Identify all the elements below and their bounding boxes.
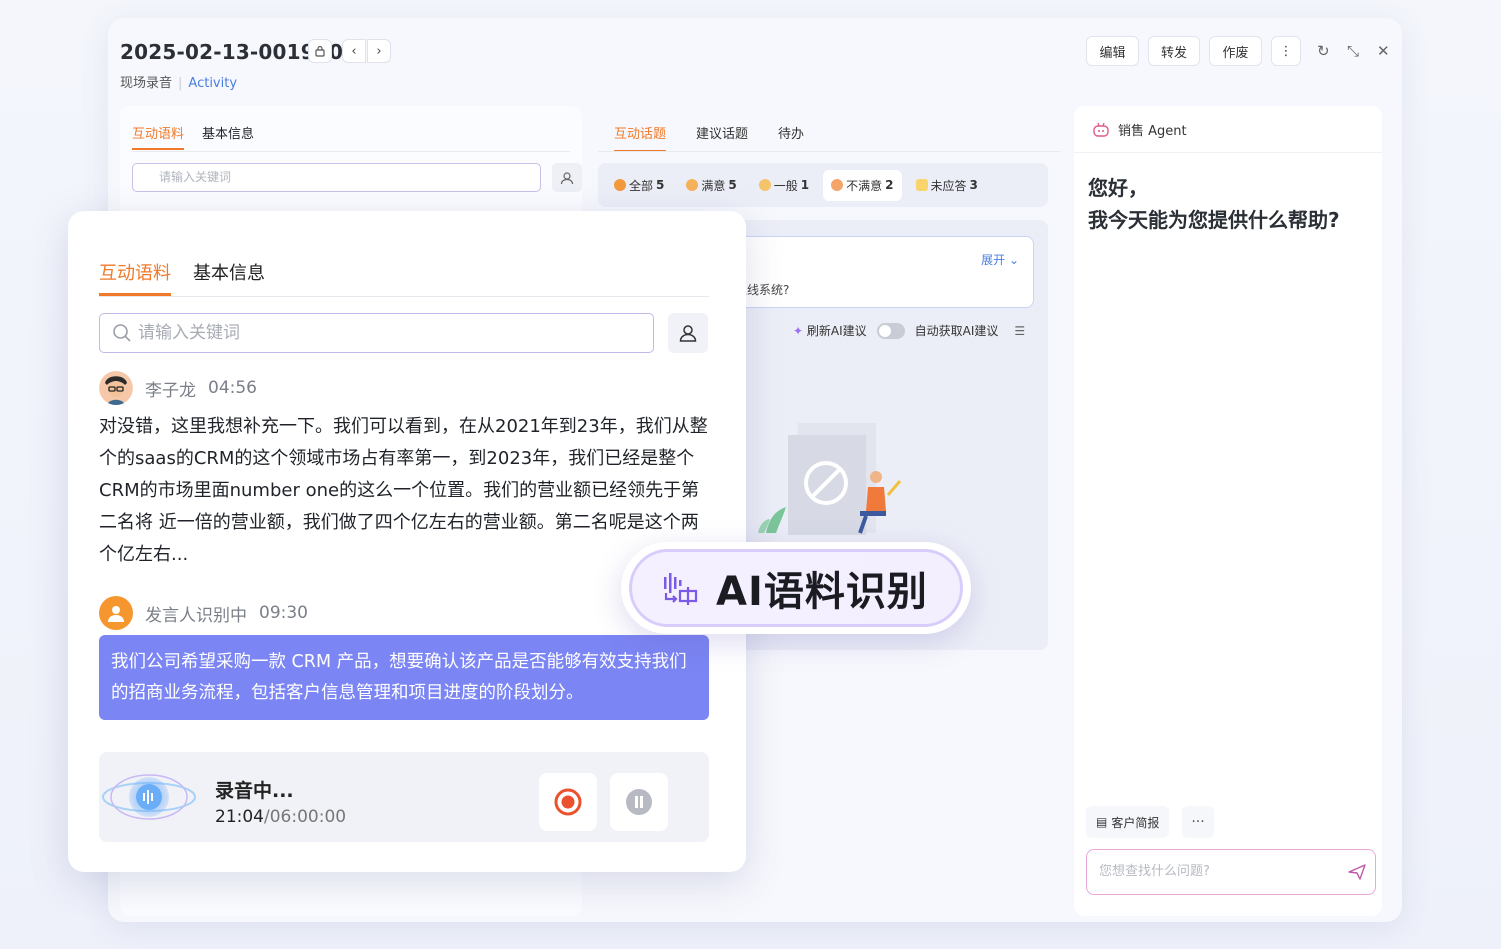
agent-header: 销售 Agent <box>1092 120 1187 139</box>
speaker-filter-icon[interactable] <box>552 163 582 192</box>
filter-unsatisfied[interactable]: 不满意 2 <box>823 169 902 201</box>
auto-ai-toggle[interactable] <box>876 322 905 339</box>
recording-time: 21:04/06:00:00 <box>215 807 347 827</box>
customer-brief-button[interactable]: ▤ 客户简报 <box>1086 806 1170 838</box>
lock-icon[interactable] <box>308 39 332 63</box>
speaker-filter-button[interactable] <box>668 313 708 353</box>
more-options-icon[interactable]: ··· <box>1182 806 1214 838</box>
pause-button[interactable] <box>610 773 668 831</box>
auto-ai-label: 自动获取AI建议 <box>914 324 999 338</box>
left-tabs: 互动语料 基本信息 <box>132 123 254 150</box>
sad-face-icon <box>831 179 844 191</box>
tab-corpus[interactable]: 互动语料 <box>99 259 171 296</box>
next-icon[interactable]: › <box>367 39 391 63</box>
filter-satisfied[interactable]: 满意 5 <box>678 170 744 201</box>
sparkle-icon: ✦ <box>793 324 804 338</box>
send-icon[interactable] <box>1348 864 1366 880</box>
avatar[interactable] <box>99 371 133 405</box>
voice-to-text-icon <box>664 573 698 605</box>
filter-all[interactable]: 全部 5 <box>606 170 672 201</box>
user-icon <box>99 596 133 630</box>
sentiment-filter-bar: 全部 5 满意 5 一般 1 不满意 2 未应答 3 <box>598 163 1048 207</box>
tab-suggested-topics[interactable]: 建议话题 <box>696 123 748 152</box>
stop-record-button[interactable] <box>539 773 597 831</box>
ai-suggest-row: ✦ 刷新AI建议 自动获取AI建议 ☰ <box>793 322 1025 339</box>
list-settings-icon[interactable]: ☰ <box>1014 324 1025 338</box>
agent-title: 销售 Agent <box>1118 124 1187 139</box>
tab-basic-info-small[interactable]: 基本信息 <box>202 123 254 150</box>
refresh-icon[interactable]: ↻ <box>1317 42 1330 60</box>
speaker-name: 李子龙 <box>145 380 196 401</box>
pause-icon <box>626 789 652 815</box>
sales-agent-panel: 销售 Agent 您好， 我今天能为您提供什么帮助? ▤ 客户简报 ··· 您想查… <box>1074 106 1382 916</box>
empty-state-illustration <box>758 423 902 535</box>
transcript-text: 对没错，这里我想补充一下。我们可以看到，在从2021年到23年，我们从整个的sa… <box>99 416 708 565</box>
forward-button[interactable]: 转发 <box>1148 36 1200 66</box>
expand-button[interactable]: 展开 ⌄ <box>981 251 1019 268</box>
highlighted-transcript: 我们公司希望采购一款 CRM 产品，想要确认该产品是否能够有效支持我们的招商业务… <box>99 635 709 720</box>
robot-icon <box>1093 122 1109 137</box>
record-subtitle: 现场录音 | Activity <box>120 76 238 91</box>
activity-link[interactable]: Activity <box>188 76 237 91</box>
filter-neutral[interactable]: 一般 1 <box>751 170 817 201</box>
search-input-small[interactable]: 请输入关键词 <box>132 163 541 192</box>
refresh-ai-button[interactable]: ✦ 刷新AI建议 <box>793 322 867 339</box>
popup-tabs: 互动语料 基本信息 <box>99 259 265 296</box>
collapse-icon[interactable]: ⤡ <box>1347 42 1359 60</box>
happy-face-icon <box>686 179 699 191</box>
keyword-search-input[interactable]: 请输入关键词 <box>99 313 654 353</box>
close-icon[interactable]: ✕ <box>1377 42 1390 60</box>
tab-basic-info[interactable]: 基本信息 <box>193 259 265 296</box>
speaker-time: 04:56 <box>208 378 257 398</box>
ai-badge-label: AI语料识别 <box>716 569 928 615</box>
prev-icon[interactable]: ‹ <box>342 39 366 63</box>
speaker-time: 09:30 <box>259 603 308 623</box>
tab-interaction-topics[interactable]: 互动话题 <box>614 123 667 152</box>
speaker-row-1: 李子龙 04:56 <box>99 371 257 405</box>
speaker-row-2: 发言人识别中 09:30 <box>99 596 308 630</box>
void-button[interactable]: 作废 <box>1209 36 1262 66</box>
recording-status: 录音中... <box>215 780 294 802</box>
search-icon <box>113 324 131 342</box>
chat-icon <box>614 179 626 191</box>
ai-corpus-badge: AI语料识别 <box>621 542 971 634</box>
bell-icon <box>915 179 928 191</box>
recording-bar: 录音中... 21:04/06:00:00 <box>99 752 709 842</box>
record-icon <box>554 788 582 816</box>
agent-question-input[interactable]: 您想查找什么问题? <box>1086 849 1376 895</box>
filter-unanswered[interactable]: 未应答 3 <box>908 170 986 201</box>
more-vertical-icon[interactable]: ⋮ <box>1271 36 1301 66</box>
topic-tabs: 互动话题 建议话题 待办 <box>614 123 804 152</box>
people-icon <box>679 325 697 342</box>
record-type: 现场录音 <box>120 76 173 91</box>
agent-greeting: 您好， 我今天能为您提供什么帮助? <box>1088 176 1340 232</box>
tab-corpus-small[interactable]: 互动语料 <box>132 123 185 150</box>
edit-button[interactable]: 编辑 <box>1086 36 1139 66</box>
document-icon: ▤ <box>1096 815 1108 829</box>
neutral-face-icon <box>758 179 771 191</box>
speaker-name: 发言人识别中 <box>145 605 247 626</box>
voice-wave-icon <box>102 774 196 820</box>
corpus-popup-card: 互动语料 基本信息 请输入关键词 李子龙 04:56 对没错，这里我想补充一下。… <box>68 211 746 872</box>
tab-todo[interactable]: 待办 <box>778 123 804 152</box>
